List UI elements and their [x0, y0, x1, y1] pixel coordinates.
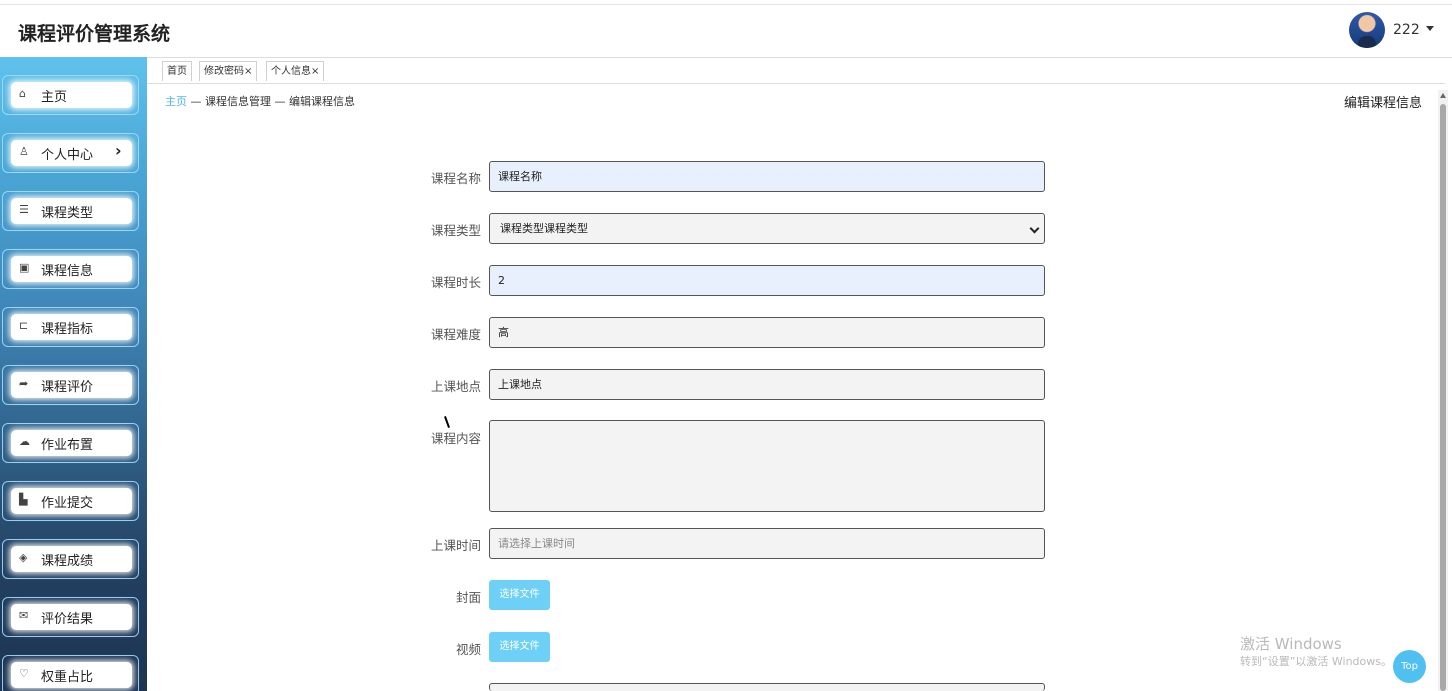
scrollbar[interactable]: [1438, 90, 1448, 691]
mouse-cursor-icon: [444, 416, 450, 428]
sidebar-item-course-index[interactable]: ⊏ 课程指标: [2, 307, 139, 347]
chevron-right-icon: ›: [115, 141, 122, 160]
chevron-down-icon[interactable]: [1426, 26, 1434, 31]
share-icon: ➦: [19, 377, 29, 390]
cloud-icon: ☁: [19, 435, 30, 448]
course-name-label: 课程名称: [430, 171, 481, 186]
breadcrumb-level2: 课程信息管理: [205, 95, 271, 108]
difficulty-input[interactable]: 高: [489, 317, 1045, 348]
bar-chart-icon: ▙: [19, 493, 28, 506]
sidebar-item-label: 课程评价: [41, 380, 94, 395]
sidebar-item-homework-assign[interactable]: ☁ 作业布置: [2, 423, 139, 463]
sidebar-item-label: 课程成绩: [41, 554, 94, 569]
course-type-value: 课程类型课程类型: [500, 222, 588, 235]
sidebar-item-label: 权重占比: [41, 670, 94, 685]
breadcrumb: 主页 — 课程信息管理 — 编辑课程信息: [165, 93, 355, 109]
top-header: 课程评价管理系统 222: [0, 4, 1452, 58]
user-icon: ♙: [19, 145, 29, 158]
sidebar-item-label: 课程类型: [41, 206, 94, 221]
sidebar-item-personal-center[interactable]: ♙ 个人中心 ›: [2, 133, 139, 173]
time-input[interactable]: 请选择上课时间: [489, 528, 1045, 559]
time-label: 上课时间: [430, 538, 481, 553]
course-type-select[interactable]: 课程类型课程类型: [489, 213, 1045, 244]
tab-personal-info[interactable]: 个人信息×: [266, 61, 325, 81]
sidebar-item-course-info[interactable]: ▣ 课程信息: [2, 249, 139, 289]
sidebar-item-course-evaluation[interactable]: ➦ 课程评价: [2, 365, 139, 405]
sidebar: ⌂ 主页 ♙ 个人中心 › ☰ 课程类型 ▣ 课程信息 ⊏ 课程指标 ➦ 课程评价 ☁ 作业布置…: [0, 57, 147, 691]
sidebar-item-label: 课程指标: [41, 322, 94, 337]
sidebar-item-label: 课程信息: [41, 264, 94, 279]
shield-icon: ◈: [19, 551, 28, 564]
tab-label: 首页: [167, 66, 187, 77]
home-icon: ⌂: [19, 87, 26, 100]
video-file-button[interactable]: 选择文件: [489, 632, 550, 662]
content-label: 课程内容: [430, 431, 481, 446]
chevron-down-icon: [1029, 223, 1040, 234]
page-title: 编辑课程信息: [1343, 96, 1422, 111]
sidebar-item-label: 作业布置: [41, 438, 94, 453]
close-icon[interactable]: ×: [311, 66, 319, 77]
cover-label: 封面: [455, 590, 481, 605]
user-avatar[interactable]: [1349, 12, 1385, 48]
sidebar-item-label: 主页: [41, 90, 68, 105]
scroll-up-icon[interactable]: [1440, 93, 1446, 98]
sidebar-item-course-type[interactable]: ☰ 课程类型: [2, 191, 139, 231]
sidebar-item-label: 评价结果: [41, 612, 94, 627]
app-title: 课程评价管理系统: [18, 23, 171, 45]
sidebar-item-label: 个人中心: [41, 148, 94, 163]
sidebar-item-weight-ratio[interactable]: ♡ 权重占比: [2, 655, 139, 691]
mail-icon: ✉: [19, 609, 29, 622]
breadcrumb-level3: 编辑课程信息: [289, 95, 355, 108]
sidebar-item-homework-submit[interactable]: ▙ 作业提交: [2, 481, 139, 521]
location-input[interactable]: 上课地点: [489, 369, 1045, 400]
tab-label: 个人信息: [271, 66, 311, 77]
breadcrumb-separator: —: [271, 95, 289, 108]
heart-icon: ♡: [19, 667, 29, 680]
tab-home[interactable]: 首页: [162, 61, 192, 81]
sidebar-item-home[interactable]: ⌂ 主页: [2, 75, 139, 115]
video-label: 视频: [455, 642, 481, 657]
location-label: 上课地点: [430, 379, 481, 394]
activation-watermark-hint: 转到“设置”以激活 Windows。: [1240, 655, 1392, 668]
tab-bar: 首页 修改密码× 个人信息×: [147, 57, 1445, 84]
breadcrumb-home[interactable]: 主页: [165, 95, 187, 108]
tab-label: 修改密码: [204, 66, 244, 77]
sidebar-item-label: 作业提交: [41, 496, 94, 511]
tab-change-password[interactable]: 修改密码×: [199, 61, 258, 81]
duration-input[interactable]: 2: [489, 265, 1045, 296]
scrollbar-thumb[interactable]: [1440, 104, 1446, 691]
course-type-label: 课程类型: [430, 223, 481, 238]
activation-watermark-title: 激活 Windows: [1240, 635, 1342, 653]
content-textarea[interactable]: [489, 420, 1045, 512]
document-icon: ▣: [19, 261, 30, 274]
cover-file-button[interactable]: 选择文件: [489, 580, 550, 610]
list-icon: ☰: [19, 203, 29, 216]
login-icon: ⊏: [19, 319, 29, 332]
username[interactable]: 222: [1393, 22, 1420, 38]
back-to-top-button[interactable]: Top: [1393, 650, 1426, 683]
next-field-input[interactable]: [489, 683, 1045, 691]
difficulty-label: 课程难度: [430, 327, 481, 342]
sidebar-item-course-grades[interactable]: ◈ 课程成绩: [2, 539, 139, 579]
close-icon[interactable]: ×: [244, 66, 252, 77]
duration-label: 课程时长: [430, 275, 481, 290]
breadcrumb-separator: —: [187, 95, 205, 108]
course-name-input[interactable]: 课程名称: [489, 161, 1045, 192]
sidebar-item-evaluation-results[interactable]: ✉ 评价结果: [2, 597, 139, 637]
